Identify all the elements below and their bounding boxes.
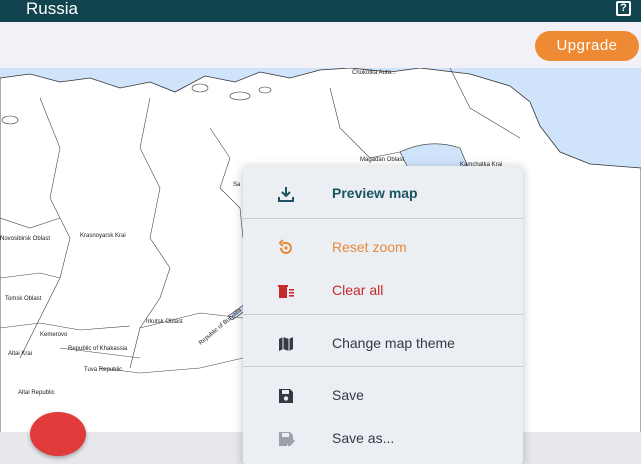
menu-item-save-as[interactable]: Save as... — [243, 417, 523, 459]
map-label: Altai Republic — [18, 390, 55, 396]
toolbar: Upgrade — [0, 22, 641, 68]
map-label: Krasnoyarsk Krai — [80, 233, 126, 239]
map-label: Sa — [233, 182, 241, 188]
map-label: Republic of Khakassia — [68, 346, 128, 352]
menu-item-label: Clear all — [332, 282, 384, 298]
clear-all-icon — [278, 285, 294, 298]
menu-item-label: Save — [332, 387, 364, 403]
save-as-icon — [279, 432, 295, 446]
map-label: Magadan Oblast — [360, 157, 405, 163]
map-label: Tomsk Oblast — [5, 296, 42, 302]
map-label: Kemerovo — [40, 332, 68, 338]
menu-item-reset-zoom[interactable]: Reset zoom — [243, 226, 523, 268]
map-theme-icon — [279, 337, 293, 351]
page-title: Russia — [26, 0, 78, 18]
map-label: Chukotka Auto... — [352, 70, 397, 76]
app-header: Russia ? — [0, 0, 641, 22]
menu-item-preview-map[interactable]: Preview map — [243, 172, 523, 214]
record-button[interactable] — [30, 412, 86, 456]
menu-divider — [243, 218, 523, 219]
save-icon — [279, 389, 293, 403]
map-label: Novosibirsk Oblast — [0, 236, 51, 242]
menu-item-label: Save as... — [332, 430, 395, 446]
upgrade-button[interactable]: Upgrade — [535, 31, 639, 61]
help-icon[interactable]: ? — [616, 1, 631, 16]
map-label: Tuva Republic — [84, 367, 123, 373]
menu-item-save[interactable]: Save — [243, 374, 523, 416]
menu-item-change-map-theme[interactable]: Change map theme — [243, 322, 523, 364]
context-menu: Preview map Reset zoom Clear all Change … — [243, 166, 523, 464]
menu-item-label: Preview map — [332, 185, 418, 201]
menu-item-clear-all[interactable]: Clear all — [243, 269, 523, 311]
menu-item-label: Change map theme — [332, 335, 455, 351]
map-label: Irkutsk Oblast — [146, 319, 183, 325]
download-icon — [278, 187, 294, 202]
menu-divider — [243, 366, 523, 367]
menu-item-label: Reset zoom — [332, 239, 407, 255]
reset-zoom-icon — [278, 239, 292, 254]
menu-divider — [243, 314, 523, 315]
map-label: Altai Krai — [8, 351, 33, 357]
